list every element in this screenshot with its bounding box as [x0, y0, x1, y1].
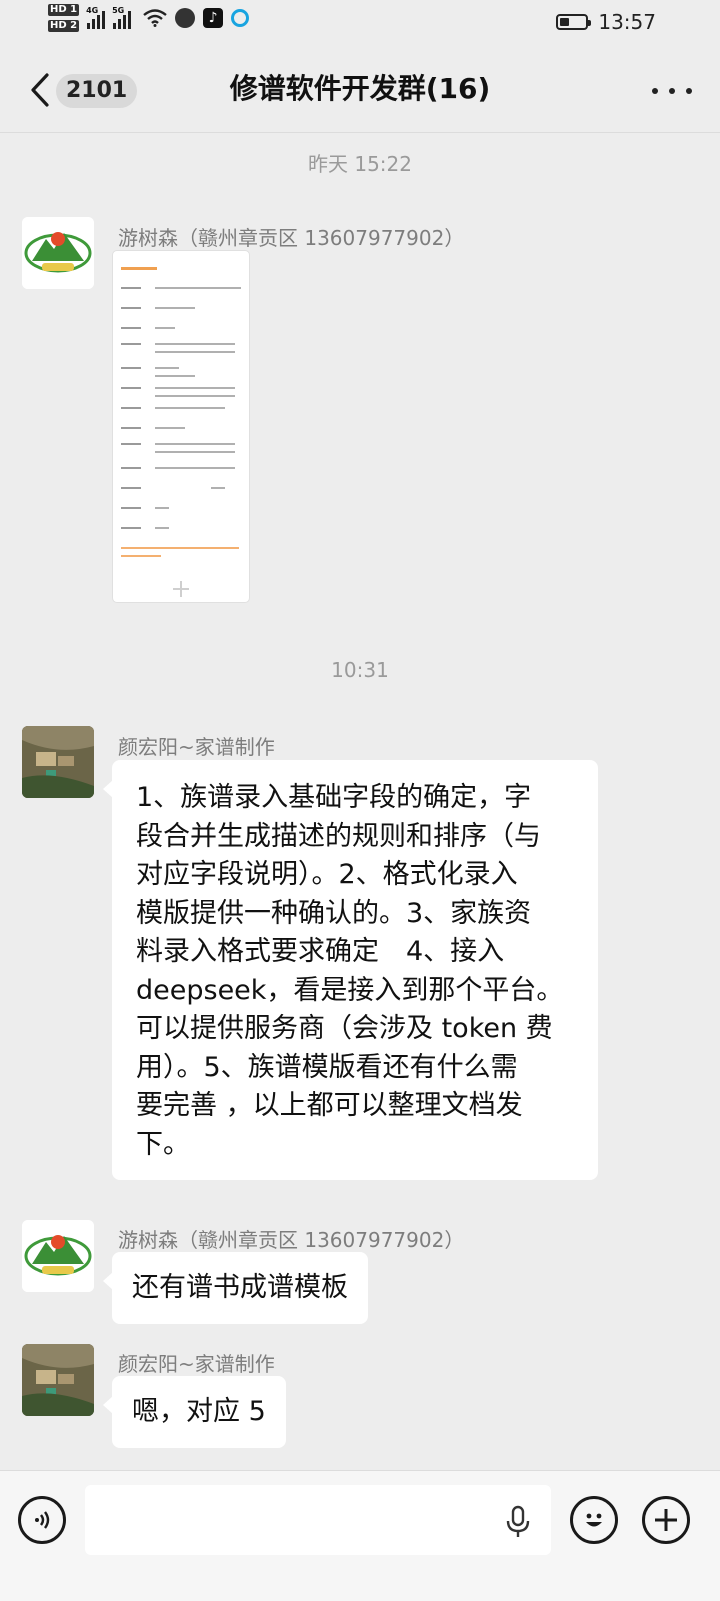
green-logo-avatar-icon — [22, 1220, 94, 1292]
message-line: 可以提供服务商（会涉及 token 费 — [136, 1013, 553, 1044]
status-left: HD 1 HD 2 4G 5G ♪ — [48, 4, 250, 32]
avatar[interactable] — [22, 726, 94, 798]
sim1-network-label: 4G — [86, 6, 99, 15]
image-message[interactable] — [112, 250, 250, 603]
message-icon — [175, 8, 196, 28]
microphone-icon[interactable] — [503, 1505, 533, 1539]
status-right: 13:57 — [556, 10, 656, 34]
avatar[interactable] — [22, 217, 94, 289]
ring-app-icon — [231, 9, 250, 27]
avatar[interactable] — [22, 1344, 94, 1416]
avatar[interactable] — [22, 1220, 94, 1292]
status-time: 13:57 — [598, 10, 656, 34]
plus-icon[interactable] — [642, 1496, 690, 1544]
timestamp-today: 10:31 — [331, 658, 389, 682]
message-line: 料录入格式要求确定 4、接入 — [136, 936, 505, 967]
sim2-signal-icon: 5G — [112, 6, 132, 29]
hd-indicators: HD 1 HD 2 — [48, 4, 80, 32]
message-line: 1、族谱录入基础字段的确定，字 — [136, 782, 532, 813]
group-title: 修谱软件开发群(16) — [229, 72, 491, 105]
sim1-signal-icon: 4G — [86, 6, 106, 29]
hd2-label: HD 2 — [48, 20, 80, 32]
sender-name: 游树森（赣州章贡区 13607977902） — [118, 226, 465, 250]
sender-name: 颜宏阳~家谱制作 — [118, 735, 275, 759]
sim2-network-label: 5G — [112, 6, 125, 15]
message-line: 下。 — [136, 1128, 190, 1160]
message-line: 段合并生成描述的规则和排序（与 — [136, 820, 541, 852]
input-bar — [0, 1470, 720, 1601]
hd1-label: HD 1 — [48, 4, 80, 16]
message-line: 用）。5、族谱模版看还有什么需 — [136, 1051, 518, 1083]
message-bubble[interactable]: 1、族谱录入基础字段的确定，字 段合并生成描述的规则和排序（与 对应字段说明）。… — [103, 760, 598, 1180]
aerial-photo-avatar-icon — [22, 1344, 94, 1416]
timestamp-yesterday: 昨天 15:22 — [308, 152, 412, 176]
message-bubble[interactable]: 嗯，对应 5 — [103, 1376, 286, 1448]
message-line: 模版提供一种确认的。3、家族资 — [136, 897, 532, 929]
sender-name: 游树森（赣州章贡区 13607977902） — [118, 1228, 465, 1252]
message-text: 还有谱书成谱模板 — [132, 1272, 348, 1303]
message-line: deepseek，看是接入到那个平台。 — [136, 974, 564, 1006]
more-dots-icon[interactable] — [652, 76, 692, 106]
status-bar: HD 1 HD 2 4G 5G ♪ 13:57 — [0, 0, 720, 46]
wifi-icon — [143, 9, 167, 27]
battery-fill — [560, 18, 569, 26]
message-text: 嗯，对应 5 — [132, 1396, 266, 1427]
green-logo-avatar-icon — [22, 217, 94, 289]
emoji-icon[interactable] — [570, 1496, 618, 1544]
message-bubble[interactable]: 还有谱书成谱模板 — [103, 1252, 368, 1324]
sender-name: 颜宏阳~家谱制作 — [118, 1352, 275, 1376]
battery-icon — [556, 14, 592, 30]
chat-header: 2101 修谱软件开发群(16) — [0, 46, 720, 133]
aerial-photo-avatar-icon — [22, 726, 94, 798]
voice-mode-icon[interactable] — [18, 1496, 66, 1544]
tiktok-icon: ♪ — [203, 8, 224, 28]
message-input[interactable] — [85, 1485, 551, 1555]
message-line: 对应字段说明）。2、格式化录入 — [136, 859, 518, 890]
message-line: 要完善 ，以上都可以整理文档发 — [136, 1090, 523, 1121]
